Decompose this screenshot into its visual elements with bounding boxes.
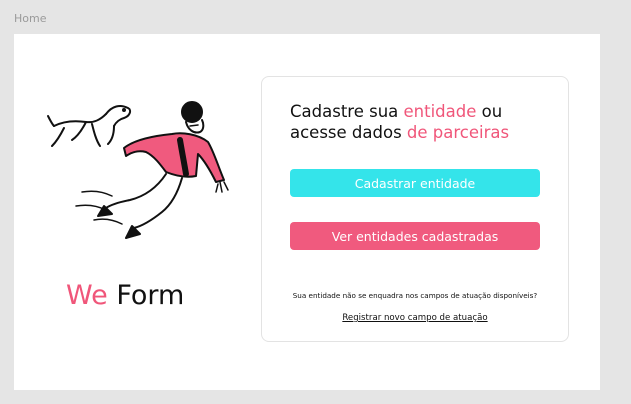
register-entity-button[interactable]: Cadastrar entidade xyxy=(290,169,540,197)
page-headline: Cadastre sua entidade ou acesse dados de… xyxy=(290,101,509,143)
headline-highlight: entidade xyxy=(403,102,477,121)
brand-logo: We Form xyxy=(66,280,184,311)
headline-text: Cadastre sua xyxy=(290,102,404,121)
frame-label: Home xyxy=(14,12,47,25)
view-entities-button[interactable]: Ver entidades cadastradas xyxy=(290,222,540,250)
register-field-link[interactable]: Registrar novo campo de atuação xyxy=(342,313,487,323)
register-field-link-wrap: Registrar novo campo de atuação xyxy=(262,307,568,325)
person-with-dog-illustration xyxy=(42,96,232,246)
headline-line-2: acesse dados de parceiras xyxy=(290,122,509,143)
footer-note: Sua entidade não se enquadra nos campos … xyxy=(292,291,538,300)
headline-line-1: Cadastre sua entidade ou xyxy=(290,101,509,122)
logo-accent-word: We xyxy=(66,280,108,311)
headline-text: acesse dados xyxy=(290,123,407,142)
logo-rest-word: Form xyxy=(116,280,185,311)
action-card: Cadastre sua entidade ou acesse dados de… xyxy=(261,76,569,342)
home-page: We Form Cadastre sua entidade ou acesse … xyxy=(14,34,600,390)
headline-text: ou xyxy=(476,102,503,121)
headline-highlight: de parceiras xyxy=(406,123,510,142)
